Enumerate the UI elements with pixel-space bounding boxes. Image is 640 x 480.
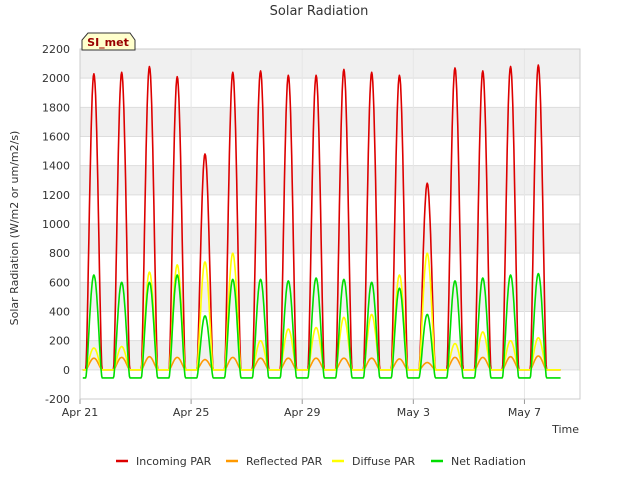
legend-label: Incoming PAR xyxy=(136,455,212,468)
x-tick-label: Apr 29 xyxy=(284,406,321,419)
y-tick-label: 800 xyxy=(49,247,70,260)
grid-band xyxy=(80,107,580,137)
y-tick-label: 1800 xyxy=(42,101,70,114)
legend: Incoming PAR Reflected PAR Diffuse PAR Net … xyxy=(116,455,526,468)
x-axis-label: Time xyxy=(551,423,579,436)
chart-title: Solar Radiation xyxy=(270,4,369,19)
y-tick-label: -200 xyxy=(45,393,70,406)
solar-radiation-chart: Solar Radiation -200 0 200 400 600 800 1000 120… xyxy=(8,4,581,468)
legend-label: Reflected PAR xyxy=(246,455,323,468)
grid-band xyxy=(80,49,580,79)
y-tick-label: 1000 xyxy=(42,218,70,231)
site-label-badge: SI_met xyxy=(81,32,136,51)
site-label-text: SI_met xyxy=(87,36,129,49)
x-tick-label: Apr 21 xyxy=(62,406,99,419)
y-tick-label: 1200 xyxy=(42,189,70,202)
y-tick-label: 200 xyxy=(49,335,70,348)
x-tick-label: Apr 25 xyxy=(173,406,210,419)
grid-band xyxy=(80,165,580,195)
y-tick-label: 0 xyxy=(63,364,70,377)
legend-label: Diffuse PAR xyxy=(352,455,416,468)
y-tick-label: 600 xyxy=(49,276,70,289)
y-tick-label: 1400 xyxy=(42,160,70,173)
x-tick-label: May 3 xyxy=(397,406,430,419)
y-tick-label: 1600 xyxy=(42,131,70,144)
y-axis: -200 0 200 400 600 800 1000 1200 1400 1600 1800 200… xyxy=(42,43,70,406)
y-tick-label: 2200 xyxy=(42,43,70,56)
y-tick-label: 400 xyxy=(49,306,70,319)
x-tick-label: May 7 xyxy=(508,406,541,419)
y-tick-label: 2000 xyxy=(42,72,70,85)
y-axis-label: Solar Radiation (W/m2 or um/m2/s) xyxy=(8,131,21,326)
legend-label: Net Radiation xyxy=(451,455,526,468)
